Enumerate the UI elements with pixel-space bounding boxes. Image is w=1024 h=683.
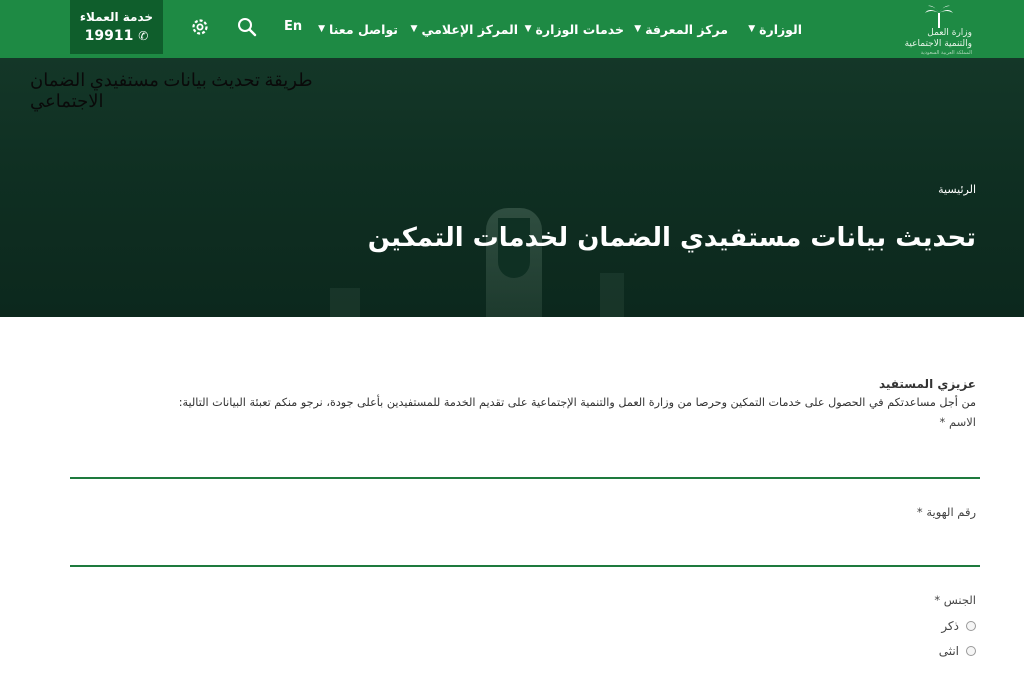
customer-service-number-row: 19911 ✆: [70, 28, 163, 44]
nav-item-ministry[interactable]: الوزارة ▼: [748, 20, 802, 38]
gear-icon[interactable]: [189, 16, 211, 38]
phone-icon: ✆: [138, 29, 149, 43]
top-navigation-bar: وزارة العمل والتنمية الاجتماعية المملكة …: [0, 0, 1024, 58]
nav-item-ministry-services[interactable]: خدمات الوزارة ▼: [525, 20, 624, 38]
building-silhouette: [330, 288, 360, 317]
customer-service-number: 19911: [84, 28, 134, 44]
language-switch[interactable]: En: [284, 19, 302, 34]
page-title: تحديث بيانات مستفيدي الضمان لخدمات التمك…: [367, 223, 976, 253]
gender-option-female[interactable]: انثى: [939, 644, 976, 658]
customer-service-button[interactable]: خدمة العملاء 19911 ✆: [70, 0, 163, 54]
ministry-logo[interactable]: وزارة العمل والتنمية الاجتماعية المملكة …: [904, 4, 974, 56]
id-number-field[interactable]: [70, 535, 980, 567]
nav-item-knowledge-center[interactable]: مركز المعرفة ▼: [634, 20, 728, 38]
logo-line-3: المملكة العربية السعودية: [920, 50, 972, 56]
logo-line-1: وزارة العمل: [927, 28, 972, 38]
radio-button[interactable]: [966, 646, 976, 656]
chevron-down-icon: ▼: [748, 24, 756, 34]
nav-item-contact-us[interactable]: تواصل معنا ▼: [318, 20, 398, 38]
nav-item-label: الوزارة: [759, 21, 802, 37]
chevron-down-icon: ▼: [318, 24, 325, 34]
intro-text: من أجل مساعدتكم في الحصول على خدمات التم…: [178, 396, 976, 409]
gender-label: الجنس *: [934, 593, 976, 607]
nav-item-label: خدمات الوزارة: [535, 21, 624, 37]
radio-button[interactable]: [966, 621, 976, 631]
building-silhouette: [600, 273, 624, 317]
name-field[interactable]: [70, 447, 980, 479]
gender-option-label: ذكر: [941, 619, 959, 633]
nav-item-label: المركز الإعلامي: [421, 21, 518, 37]
search-icon[interactable]: [236, 16, 258, 38]
beneficiary-update-form: عزيزي المستفيد من أجل مساعدتكم في الحصول…: [0, 317, 1024, 683]
name-label: الاسم *: [939, 415, 976, 429]
nav-item-media-center[interactable]: المركز الإعلامي ▼: [411, 20, 518, 38]
gender-option-label: انثى: [938, 644, 959, 658]
chevron-down-icon: ▼: [634, 24, 642, 34]
greeting-text: عزيزي المستفيد: [878, 377, 976, 391]
breadcrumb-home[interactable]: الرئيسية: [938, 183, 976, 196]
nav-item-label: مركز المعرفة: [645, 21, 728, 37]
chevron-down-icon: ▼: [524, 24, 532, 34]
chevron-down-icon: ▼: [410, 24, 418, 34]
overlay-caption: طريقة تحديث بيانات مستفيدي الضمان الاجتم…: [30, 70, 313, 111]
gender-option-male[interactable]: ذكر: [941, 619, 976, 633]
logo-line-2: والتنمية الاجتماعية: [904, 39, 972, 49]
nav-item-label: تواصل معنا: [329, 21, 398, 37]
customer-service-title: خدمة العملاء: [79, 10, 154, 24]
id-number-label: رقم الهوية *: [916, 505, 976, 519]
palm-emblem-icon: [925, 5, 953, 28]
